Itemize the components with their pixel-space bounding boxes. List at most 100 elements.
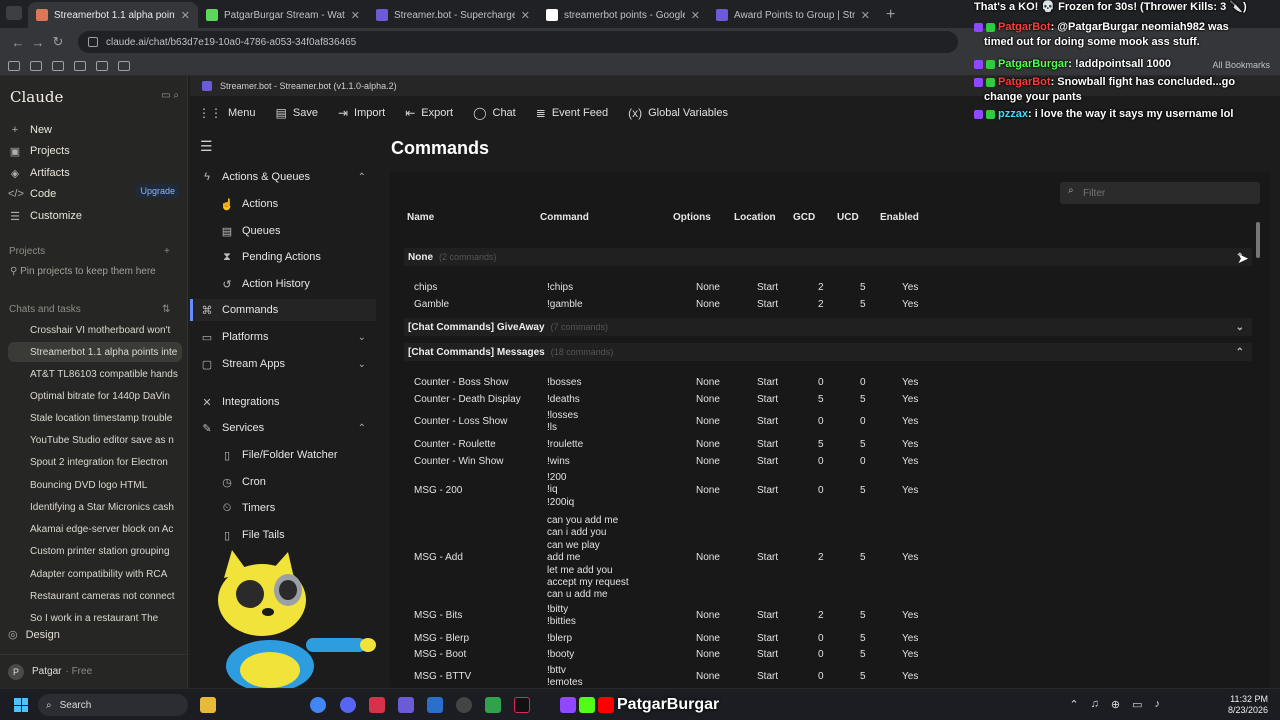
- network-icon[interactable]: ⊕: [1111, 698, 1120, 711]
- chat-list-item[interactable]: Stale location timestamp trouble: [8, 408, 182, 428]
- column-header-gcd[interactable]: GCD: [793, 212, 815, 223]
- nav-commands[interactable]: ⌘ Commands: [190, 299, 376, 321]
- claude-nav-customize[interactable]: ☰ Customize: [8, 206, 184, 226]
- nav-cron[interactable]: ◷ Cron: [190, 471, 376, 493]
- design-nav-item[interactable]: ◎ Design: [8, 628, 60, 642]
- table-row[interactable]: MSG - Blerp !blerp None Start 0 5 Yes: [414, 633, 1234, 645]
- table-row[interactable]: Counter - Death Display !deaths None Start 5…: [414, 394, 1234, 406]
- nav-queues[interactable]: ▤ Queues: [190, 220, 376, 242]
- taskbar-search[interactable]: ⌕ Search: [38, 694, 188, 716]
- close-icon[interactable]: ✕: [691, 9, 700, 22]
- claude-nav-projects[interactable]: ▣ Projects: [8, 141, 184, 161]
- table-row[interactable]: chips !chips None Start 2 5 Yes: [414, 282, 1234, 294]
- nav-file-tails[interactable]: ▯ File Tails: [190, 524, 376, 546]
- windows-start-icon[interactable]: [14, 698, 28, 712]
- forward-icon[interactable]: →: [28, 35, 48, 50]
- table-row[interactable]: Gamble !gamble None Start 2 5 Yes: [414, 299, 1234, 311]
- tiktok-icon[interactable]: [514, 697, 530, 713]
- toolbar-save-button[interactable]: ▤ Save: [276, 106, 318, 120]
- chat-list-item[interactable]: Identifying a Star Micronics cash: [8, 497, 182, 517]
- browser-tab[interactable]: Award Points to Group | Stream ✕: [708, 2, 878, 28]
- toolbar-import-button[interactable]: ⇥ Import: [338, 106, 385, 120]
- chevron-up-icon[interactable]: ⌃: [1069, 698, 1078, 711]
- scrollbar[interactable]: [1256, 222, 1260, 258]
- nav-action-history[interactable]: ↺ Action History: [190, 273, 376, 295]
- chat-list-item[interactable]: Optimal bitrate for 1440p DaVin: [8, 386, 182, 406]
- filter-chats-icon[interactable]: ⇅: [162, 304, 170, 315]
- chat-list-item[interactable]: YouTube Studio editor save as n: [8, 430, 182, 450]
- nav-file-folder-watcher[interactable]: ▯ File/Folder Watcher: [190, 444, 376, 466]
- column-header-name[interactable]: Name: [407, 212, 434, 223]
- nav-actions[interactable]: ☝ Actions: [190, 193, 376, 215]
- nav-actions-queues[interactable]: ϟ Actions & Queues ⌃: [190, 166, 376, 188]
- discord-icon[interactable]: [340, 697, 356, 713]
- toolbar-export-button[interactable]: ⇤ Export: [405, 106, 453, 120]
- toolbar-global-variables-button[interactable]: (x) Global Variables: [628, 106, 728, 120]
- tab-search-button[interactable]: [6, 6, 22, 20]
- column-header-options[interactable]: Options: [673, 212, 711, 223]
- apps-icon[interactable]: [8, 60, 20, 71]
- command-group-header[interactable]: None (2 commands) ⌃: [404, 248, 1252, 266]
- browser-tab[interactable]: PatgarBurgar Stream - Watch L ✕: [198, 2, 368, 28]
- nav-services[interactable]: ✎ Services ⌃: [190, 417, 376, 439]
- all-bookmarks-button[interactable]: All Bookmarks: [1212, 60, 1270, 70]
- chat-list-item[interactable]: So I work in a restaurant The: [8, 608, 182, 628]
- obs-icon[interactable]: [456, 697, 472, 713]
- site-info-icon[interactable]: [88, 37, 98, 47]
- table-row[interactable]: MSG - BTTV !bttv !emotes None Start 0 5 Yes: [414, 665, 1234, 690]
- new-tab-button[interactable]: +: [878, 6, 903, 28]
- claude-nav-artifacts[interactable]: ◈ Artifacts: [8, 163, 184, 183]
- nav-platforms[interactable]: ▭ Platforms ⌄: [190, 326, 376, 348]
- table-row[interactable]: Counter - Loss Show !losses !ls None Start 0 0…: [414, 410, 1234, 435]
- filter-input[interactable]: [1060, 182, 1260, 204]
- nav-pending-actions[interactable]: ⧗ Pending Actions: [190, 246, 376, 268]
- table-row[interactable]: Counter - Boss Show !bosses None Start 0 0 Yes: [414, 377, 1234, 389]
- bookmark-icon[interactable]: [30, 60, 42, 71]
- user-menu[interactable]: P Patgar · Free: [0, 654, 188, 688]
- table-row[interactable]: MSG - 200 !200 !iq !200iq None Start 0 5 Yes: [414, 472, 1234, 509]
- nav-timers[interactable]: ⏲ Timers: [190, 497, 376, 519]
- browser-tab[interactable]: Streamerbot 1.1 alpha points in ✕: [28, 2, 198, 28]
- table-row[interactable]: MSG - Add can you add me can i add you can …: [414, 515, 1234, 602]
- app-icon[interactable]: [369, 697, 385, 713]
- chevron-down-icon[interactable]: ⌄: [1236, 322, 1244, 333]
- chat-list-item[interactable]: Custom printer station grouping: [8, 541, 182, 561]
- streamerbot-taskbar-icon[interactable]: [398, 697, 414, 713]
- nav-stream-apps[interactable]: ▢ Stream Apps ⌄: [190, 353, 376, 375]
- file-explorer-icon[interactable]: [200, 697, 216, 713]
- column-header-location[interactable]: Location: [734, 212, 776, 223]
- claude-brand[interactable]: Claude: [10, 88, 63, 106]
- display-icon[interactable]: ▭: [1132, 698, 1142, 711]
- app-icon[interactable]: [485, 697, 501, 713]
- table-row[interactable]: MSG - Boot !booty None Start 0 5 Yes: [414, 649, 1234, 661]
- clock[interactable]: 11:32 PM 8/23/2026: [1228, 694, 1268, 716]
- toolbar-event-feed-button[interactable]: ≣ Event Feed: [536, 106, 608, 120]
- back-icon[interactable]: ←: [8, 35, 28, 50]
- chevron-up-icon[interactable]: ⌃: [1236, 347, 1244, 358]
- column-header-ucd[interactable]: UCD: [837, 212, 859, 223]
- chat-list-item[interactable]: Spout 2 integration for Electron: [8, 452, 182, 472]
- browser-tab[interactable]: streamerbot points - Google Se ✕: [538, 2, 708, 28]
- chat-list-item[interactable]: Akamai edge-server block on Ac: [8, 519, 182, 539]
- add-project-icon[interactable]: +: [164, 246, 170, 257]
- command-group-header[interactable]: [Chat Commands] Messages (18 commands) ⌃: [404, 343, 1252, 361]
- upgrade-button[interactable]: Upgrade: [136, 184, 179, 198]
- chat-list-item[interactable]: AT&T TL86103 compatible hands: [8, 364, 182, 384]
- sidebar-toggle-icon[interactable]: ▭ ⌕: [161, 90, 179, 101]
- close-icon[interactable]: ✕: [521, 9, 530, 22]
- nav-integrations[interactable]: ✕ Integrations: [190, 391, 376, 413]
- toolbar-chat-button[interactable]: ◯ Chat: [473, 106, 516, 120]
- chat-list-item[interactable]: Streamerbot 1.1 alpha points inte: [8, 342, 182, 362]
- chat-list-item[interactable]: Crosshair VI motherboard won't: [8, 320, 182, 340]
- microphone-icon[interactable]: ♫: [1091, 698, 1099, 711]
- chat-list-item[interactable]: Adapter compatibility with RCA: [8, 564, 182, 584]
- url-field[interactable]: claude.ai/chat/b63d7e19-10a0-4786-a053-3…: [78, 31, 958, 53]
- volume-icon[interactable]: ♪: [1155, 698, 1161, 711]
- close-icon[interactable]: ✕: [861, 9, 870, 22]
- hamburger-icon[interactable]: ☰: [200, 138, 213, 155]
- reload-icon[interactable]: ↻: [48, 34, 68, 50]
- close-icon[interactable]: ✕: [351, 9, 360, 22]
- table-row[interactable]: MSG - Bits !bitty !bitties None Start 2 5 Yes: [414, 604, 1234, 629]
- browser-tab[interactable]: Streamer.bot - Supercharge yo ✕: [368, 2, 538, 28]
- vscode-icon[interactable]: [427, 697, 443, 713]
